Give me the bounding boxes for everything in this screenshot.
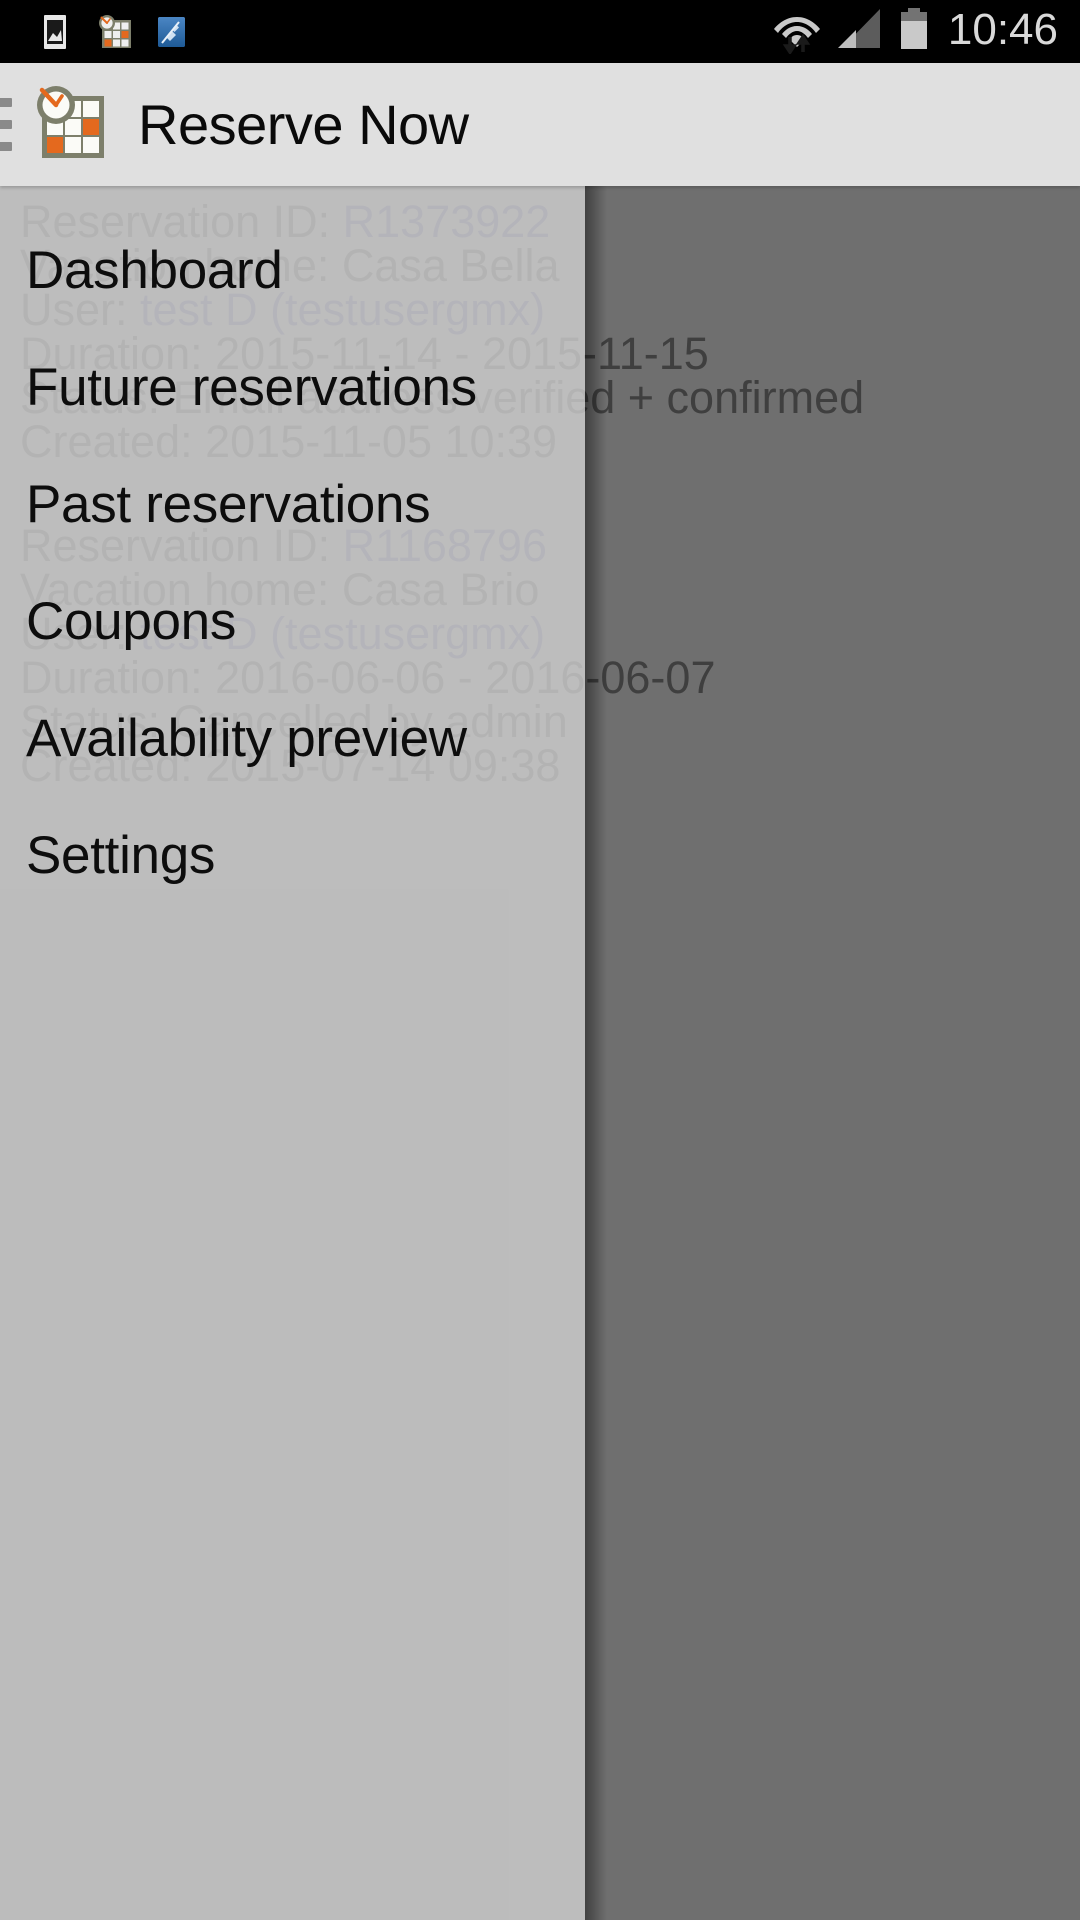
drawer-item-label: Future reservations xyxy=(26,358,477,417)
drawer-item-past-reservations[interactable]: Past reservations xyxy=(0,446,585,563)
drawer-item-label: Availability preview xyxy=(26,709,467,768)
wifi-data-icon xyxy=(771,4,823,59)
hamburger-bar-1 xyxy=(0,98,12,107)
battery-icon xyxy=(897,6,931,57)
drawer-item-list: Dashboard Future reservations Past reser… xyxy=(0,186,585,914)
drawer-item-dashboard[interactable]: Dashboard xyxy=(0,212,585,329)
drawer-scrim[interactable] xyxy=(585,186,1080,1920)
hamburger-menu-icon[interactable] xyxy=(0,95,12,155)
drawer-item-coupons[interactable]: Coupons xyxy=(0,563,585,680)
app-bar: Reserve Now xyxy=(0,63,1080,186)
drawer-item-label: Past reservations xyxy=(26,475,431,534)
drawer-item-label: Coupons xyxy=(26,592,237,651)
drawer-item-future-reservations[interactable]: Future reservations xyxy=(0,329,585,446)
cleaner-app-icon xyxy=(149,10,193,54)
drawer-item-label: Settings xyxy=(26,826,216,885)
drawer-item-availability-preview[interactable]: Availability preview xyxy=(0,680,585,797)
notification-icons xyxy=(33,10,193,54)
drawer-item-label: Dashboard xyxy=(26,241,283,300)
drawer-edge-shadow xyxy=(585,186,607,1920)
cellular-signal-icon xyxy=(834,6,886,57)
drawer-item-settings[interactable]: Settings xyxy=(0,797,585,914)
photo-icon xyxy=(33,10,77,54)
phone-screen: 10:46 Reserve Now Dashboard Future reser… xyxy=(0,0,1080,1920)
reserve-now-logo-icon xyxy=(24,79,116,171)
status-bar: 10:46 xyxy=(0,0,1080,63)
app-title: Reserve Now xyxy=(138,93,469,156)
hamburger-bar-3 xyxy=(0,142,12,151)
navigation-drawer: Dashboard Future reservations Past reser… xyxy=(0,186,585,1920)
system-status-icons: 10:46 xyxy=(771,4,1058,59)
hamburger-bar-2 xyxy=(0,120,12,129)
status-bar-clock: 10:46 xyxy=(947,5,1058,54)
reserve-now-app-icon xyxy=(91,10,135,54)
